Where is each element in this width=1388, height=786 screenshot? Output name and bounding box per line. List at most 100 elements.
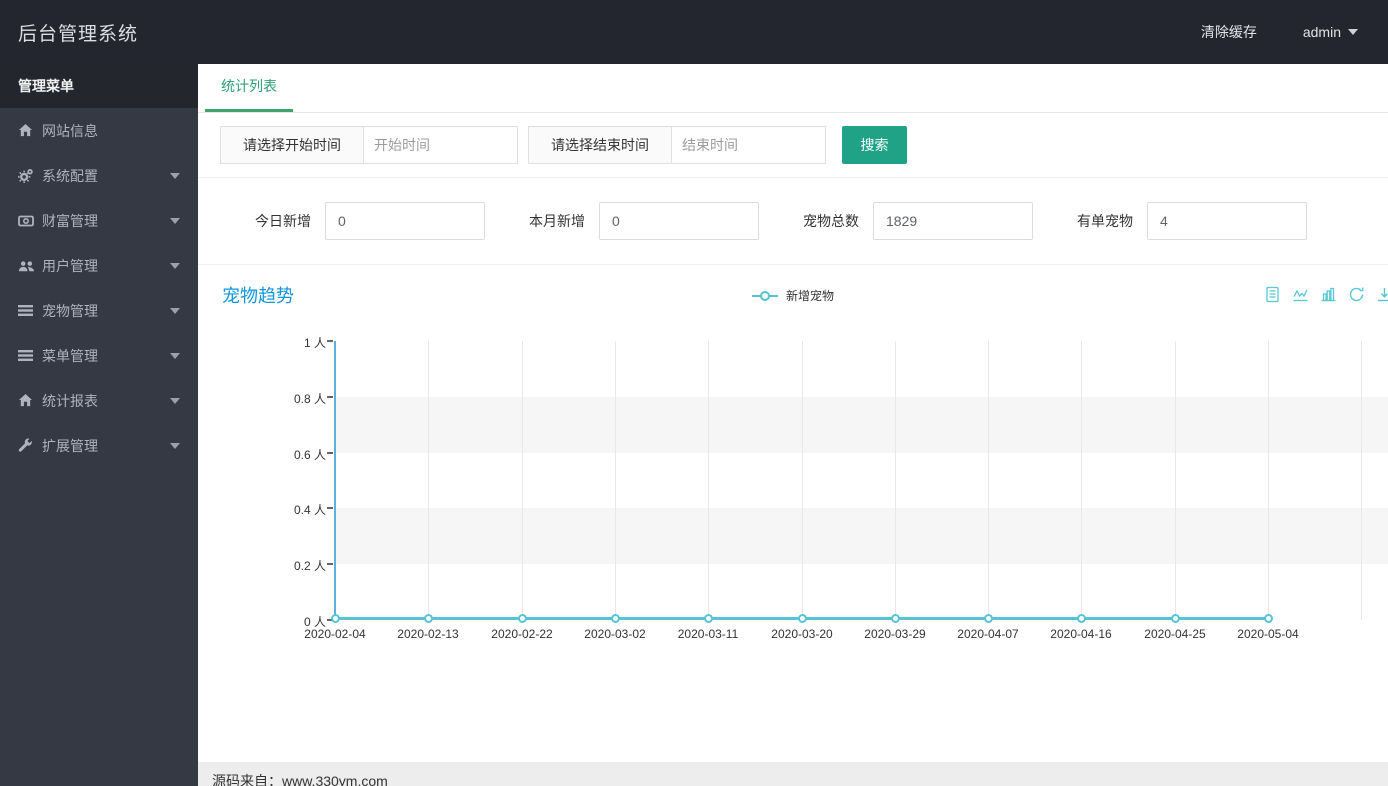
x-axis-label: 2020-02-22 (491, 627, 553, 641)
download-icon[interactable] (1376, 286, 1388, 308)
list-icon (18, 349, 42, 362)
users-icon (18, 259, 42, 273)
y-axis-label: 0.2 人 (293, 559, 326, 574)
sidebar-item-1[interactable]: 网站信息 (0, 108, 198, 153)
data-point[interactable] (331, 614, 340, 623)
stat-value-input[interactable] (873, 202, 1033, 240)
y-axis-tick (327, 563, 333, 566)
y-axis-line (334, 341, 336, 621)
start-time-input[interactable] (363, 126, 518, 164)
chart-band (335, 508, 1388, 565)
data-view-icon[interactable] (1264, 286, 1281, 308)
chart-plot-area: 1 人 0.8 人 0.6 人 0.4 人 0.2 人0 人 2020-02-04 2020… (294, 336, 1388, 641)
sidebar-item-label: 网站信息 (42, 122, 98, 139)
end-time-label[interactable]: 请选择结束时间 (528, 126, 671, 164)
stat-group-4: 有单宠物 (1077, 202, 1307, 240)
end-time-input[interactable] (671, 126, 826, 164)
data-point[interactable] (984, 614, 993, 623)
chart-gridline (1361, 341, 1362, 620)
chart-gridline (1268, 341, 1269, 620)
start-time-label[interactable]: 请选择开始时间 (220, 126, 363, 164)
y-axis-label: 0.4 人 (293, 503, 326, 518)
bar-chart-icon[interactable] (1320, 286, 1337, 308)
footer: 源码来自：www.330ym.com (198, 762, 1388, 786)
list-icon (18, 304, 42, 317)
chart-band (335, 564, 1388, 620)
chart-gridline (802, 341, 803, 620)
stat-value-input[interactable] (325, 202, 485, 240)
sidebar-item-label: 统计报表 (42, 392, 98, 409)
legend-label[interactable]: 新增宠物 (786, 287, 834, 304)
y-axis-label: 0.8 人 (293, 391, 326, 406)
stat-group-2: 本月新增 (529, 202, 759, 240)
sidebar-item-label: 菜单管理 (42, 347, 98, 364)
sidebar-item-8[interactable]: 扩展管理 (0, 423, 198, 468)
y-axis-tick (327, 451, 333, 454)
stat-value-input[interactable] (1147, 202, 1307, 240)
restore-icon[interactable] (1348, 286, 1365, 308)
chart-title: 宠物趋势 (222, 286, 294, 306)
stat-group-3: 宠物总数 (803, 202, 1033, 240)
filter-row: 请选择开始时间 请选择结束时间 搜索 (198, 113, 1388, 178)
chart-gridline (522, 341, 523, 620)
sidebar-item-6[interactable]: 菜单管理 (0, 333, 198, 378)
chart-gridline (708, 341, 709, 620)
gears-icon (18, 168, 42, 183)
wrench-icon (18, 438, 42, 453)
data-point[interactable] (704, 614, 713, 623)
data-point[interactable] (1171, 614, 1180, 623)
data-point[interactable] (611, 614, 620, 623)
x-axis-label: 2020-04-16 (1050, 627, 1112, 641)
clear-cache-button[interactable]: 清除缓存 (1201, 22, 1257, 42)
chevron-down-icon (170, 172, 180, 179)
chart-legend: 新增宠物 (198, 287, 1388, 304)
sidebar-item-3[interactable]: 财富管理 (0, 198, 198, 243)
chevron-down-icon (170, 397, 180, 404)
data-point[interactable] (518, 614, 527, 623)
chart-toolbox (1264, 286, 1388, 308)
chevron-down-icon (170, 307, 180, 314)
top-header: 后台管理系统 清除缓存 admin (0, 0, 1388, 64)
line-chart-icon[interactable] (1292, 286, 1309, 308)
legend-line-marker-icon[interactable] (751, 290, 778, 301)
x-axis-label: 2020-02-13 (397, 627, 459, 641)
y-axis-tick (327, 395, 333, 398)
data-point[interactable] (1264, 614, 1273, 623)
tab-bar: 统计列表 (198, 64, 1388, 113)
main-content: 统计列表 请选择开始时间 请选择结束时间 搜索 今日新增 本月新增 宠物总数 有单宠物… (198, 64, 1388, 762)
sidebar-item-label: 财富管理 (42, 212, 98, 229)
chart-gridline (1175, 341, 1176, 620)
x-axis-label: 2020-05-04 (1237, 627, 1299, 641)
chart-section: 宠物趋势 新增宠物 1 人 0.8 人 0.6 人 0.4 人 0.2 人0 人 2020… (198, 265, 1388, 762)
sidebar: 管理菜单 网站信息系统配置财富管理用户管理宠物管理菜单管理统计报表扩展管理 (0, 64, 198, 786)
search-button[interactable]: 搜索 (842, 126, 907, 164)
footer-source-text: 源码来自：www.330ym.com (212, 773, 388, 786)
tab-statistics-list[interactable]: 统计列表 (205, 64, 293, 112)
stat-label: 有单宠物 (1077, 213, 1133, 229)
data-point[interactable] (424, 614, 433, 623)
data-point[interactable] (891, 614, 900, 623)
sidebar-item-label: 宠物管理 (42, 302, 98, 319)
app-title: 后台管理系统 (18, 23, 139, 45)
data-point[interactable] (798, 614, 807, 623)
x-axis-label: 2020-04-07 (957, 627, 1019, 641)
sidebar-item-4[interactable]: 用户管理 (0, 243, 198, 288)
sidebar-item-label: 系统配置 (42, 167, 98, 184)
user-menu[interactable]: admin (1303, 24, 1358, 40)
stat-label: 本月新增 (529, 213, 585, 229)
sidebar-item-7[interactable]: 统计报表 (0, 378, 198, 423)
sidebar-menu-title: 管理菜单 (0, 64, 198, 108)
chevron-down-icon (1348, 29, 1358, 35)
money-icon (18, 214, 42, 228)
end-time-group: 请选择结束时间 (528, 126, 826, 164)
y-axis-label: 1 人 (303, 336, 326, 350)
x-axis-label: 2020-04-25 (1144, 627, 1206, 641)
data-point[interactable] (1077, 614, 1086, 623)
start-time-group: 请选择开始时间 (220, 126, 518, 164)
chevron-down-icon (170, 352, 180, 359)
stat-value-input[interactable] (599, 202, 759, 240)
sidebar-item-5[interactable]: 宠物管理 (0, 288, 198, 333)
sidebar-item-2[interactable]: 系统配置 (0, 153, 198, 198)
stat-label: 宠物总数 (803, 213, 859, 229)
sidebar-menu: 网站信息系统配置财富管理用户管理宠物管理菜单管理统计报表扩展管理 (0, 108, 198, 468)
